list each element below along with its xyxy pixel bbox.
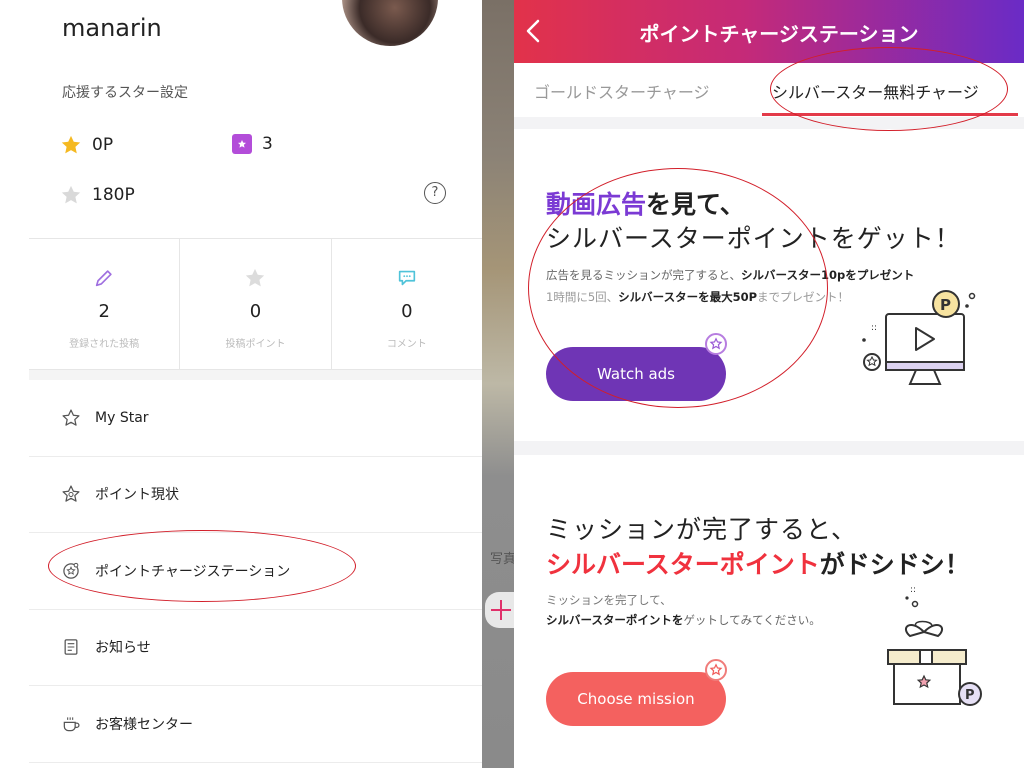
help-icon[interactable]: ?	[424, 182, 446, 204]
add-icon	[485, 592, 515, 628]
star-badge-icon	[705, 659, 727, 681]
notice-icon	[61, 637, 81, 657]
watch-ads-button[interactable]: Watch ads	[546, 347, 726, 401]
menu-item-label: My Star	[95, 409, 149, 426]
mission-heading-accent: シルバースターポイント	[546, 550, 820, 579]
menu-item-label: ポイントチャージステーション	[95, 563, 291, 580]
coffee-cup-icon	[61, 714, 81, 734]
gold-star-points: 0P	[60, 134, 113, 156]
menu-item-notice[interactable]: お知らせ	[29, 610, 482, 686]
ad-card-heading: 動画広告を見て、	[546, 185, 745, 221]
mission-card-subheading: シルバースターポイントがドシドシ！	[546, 545, 970, 581]
menu-item-point-status[interactable]: ポイント現状	[29, 457, 482, 533]
mission-card: ミッションが完了すると、 シルバースターポイントがドシドシ！ ミッションを完了し…	[514, 455, 1024, 768]
tabs-divider	[514, 117, 1024, 129]
stat-posts[interactable]: 2 登録された投稿	[29, 239, 181, 369]
mission-desc-rest: ゲットしてみてください。	[683, 613, 821, 627]
svg-text:P: P	[965, 688, 975, 703]
gold-star-icon	[61, 135, 81, 154]
gold-points-value: 0P	[92, 135, 114, 155]
section-divider	[29, 370, 482, 380]
svg-text:P: P	[940, 296, 951, 314]
ad-card-heading-accent: 動画広告	[546, 190, 647, 219]
comment-icon	[398, 270, 415, 286]
menu-item-my-star[interactable]: My Star	[29, 380, 482, 457]
card-divider	[514, 441, 1024, 455]
star-outline-icon	[61, 408, 81, 428]
gift-box-icon	[232, 134, 252, 154]
video-ad-illustration-icon: P ::	[862, 290, 976, 385]
stat-post-points[interactable]: 0 投稿ポイント	[180, 239, 332, 369]
stat-label: 登録された投稿	[69, 339, 140, 350]
mission-desc-bold: シルバースターポイントを	[546, 613, 684, 627]
tab-silver-star-free-charge[interactable]: シルバースター無料チャージ	[772, 79, 979, 103]
silver-star-icon	[61, 185, 81, 204]
ad-card-heading-rest: を見て、	[646, 190, 745, 219]
menu-item-label: ポイント現状	[95, 487, 179, 504]
gift-box-illustration-icon: :: P	[887, 585, 982, 706]
tab-gold-star-charge[interactable]: ゴールドスターチャージ	[534, 79, 710, 103]
charge-station-icon	[61, 561, 81, 581]
background-app-strip	[482, 0, 514, 768]
mission-card-description-1: ミッションを完了して、	[546, 593, 672, 607]
watch-ads-card: 動画広告を見て、 シルバースターポイントをゲット！ 広告を見るミッションが完了す…	[514, 129, 1024, 441]
stat-comments[interactable]: 0 コメント	[332, 239, 482, 369]
stat-value: 0	[249, 301, 262, 322]
star-badge-icon	[705, 333, 727, 355]
left-gutter	[0, 0, 29, 768]
support-star-setting-label[interactable]: 応援するスター設定	[62, 82, 188, 102]
charge-station-panel: ポイントチャージステーション ゴールドスターチャージ シルバースター無料チャージ…	[514, 0, 1024, 768]
silver-points-value: 180P	[92, 185, 135, 205]
ad-card-description-1: 広告を見るミッションが完了すると、シルバースター10pをプレゼント	[546, 267, 914, 283]
stat-label: 投稿ポイント	[225, 339, 286, 350]
ad-desc-2-post: までプレゼント！	[757, 290, 849, 304]
pencil-icon	[95, 270, 112, 287]
mission-card-heading: ミッションが完了すると、	[546, 515, 858, 544]
tab-bar: ゴールドスターチャージ シルバースター無料チャージ	[514, 63, 1024, 117]
menu-item-customer-center[interactable]: お客様センター	[29, 686, 482, 763]
menu-item-charge-station[interactable]: ポイントチャージステーション	[29, 533, 482, 610]
ad-desc-1-text: 広告を見るミッションが完了すると、	[546, 268, 742, 282]
choose-mission-button[interactable]: Choose mission	[546, 672, 726, 726]
stat-value: 2	[98, 301, 110, 322]
star-icon	[246, 268, 265, 287]
svg-text:::: ::	[910, 585, 916, 595]
header-bar: ポイントチャージステーション	[514, 0, 1024, 63]
box-count: 3	[232, 134, 273, 154]
silver-star-points: 180P	[60, 184, 135, 206]
avatar[interactable]	[342, 0, 438, 46]
side-menu: My Star ポイント現状 ポイントチャージステーション お知らせ お客様セン…	[29, 380, 482, 763]
mission-heading-rest: がドシドシ！	[819, 550, 970, 579]
ad-card-description-2: 1時間に5回、シルバースターを最大50Pまでプレゼント！	[546, 289, 849, 305]
ad-desc-2-text: 1時間に5回、	[546, 290, 619, 304]
svg-text:::: ::	[871, 323, 877, 333]
menu-item-label: お客様センター	[95, 716, 193, 733]
box-count-value: 3	[262, 134, 273, 154]
my-page-panel: manarin 応援するスター設定 0P 3 180P ? 2 登録された投稿	[0, 0, 482, 768]
stat-label: コメント	[386, 339, 427, 350]
point-star-icon	[61, 484, 81, 504]
stat-value: 0	[401, 301, 413, 322]
ad-desc-2-bold: シルバースターを最大50P	[618, 290, 757, 304]
ad-desc-1-bold: シルバースター10pをプレゼント	[741, 268, 915, 282]
strip-text: 写真	[490, 552, 517, 567]
active-tab-indicator	[762, 113, 1018, 116]
activity-stats: 2 登録された投稿 0 投稿ポイント 0 コメント	[29, 238, 482, 370]
mission-card-description-2: シルバースターポイントをゲットしてみてください。	[546, 612, 821, 628]
ad-card-subheading: シルバースターポイントをゲット！	[546, 224, 961, 253]
username: manarin	[62, 14, 162, 42]
menu-item-label: お知らせ	[95, 640, 151, 657]
page-title: ポイントチャージステーション	[639, 22, 919, 46]
